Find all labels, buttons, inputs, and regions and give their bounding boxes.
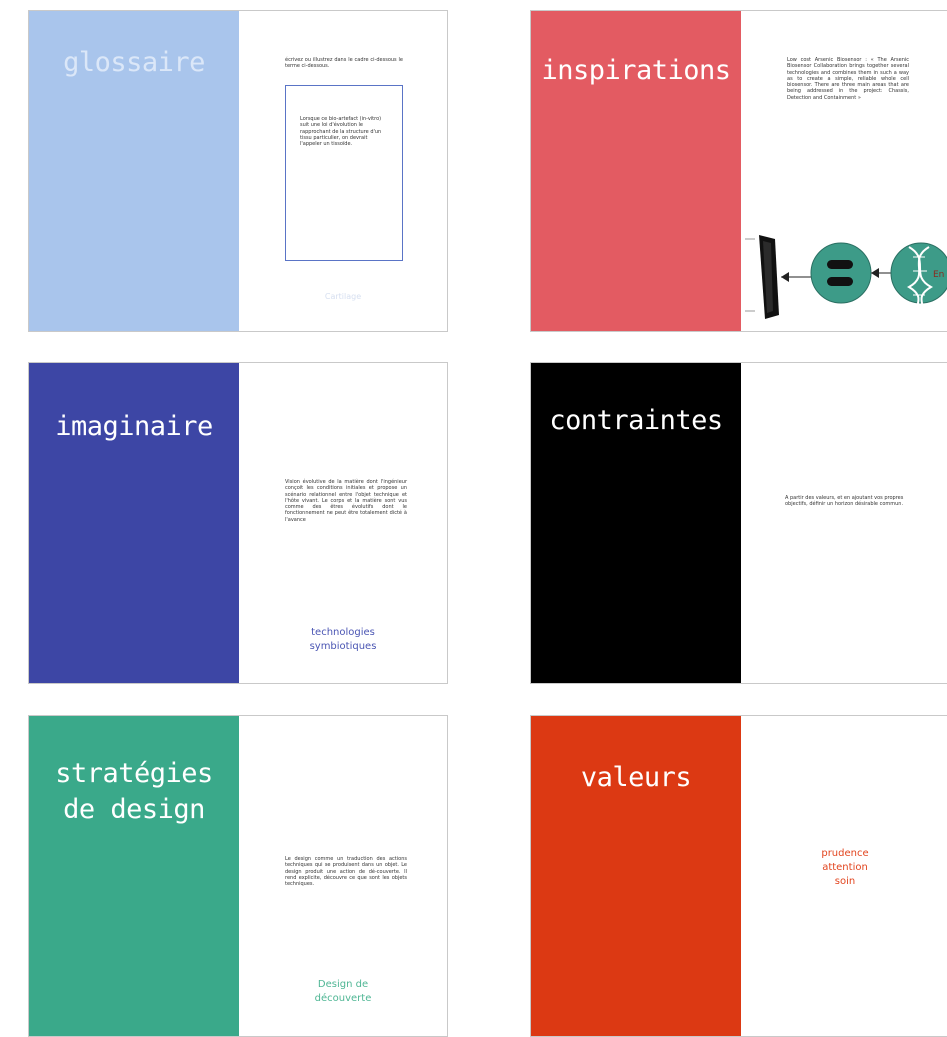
title-line-2: de design [63, 794, 205, 825]
card-keyword: technologies symbiotiques [239, 626, 447, 654]
card-text-panel: écrivez ou illustrez dans le cadre ci-de… [239, 11, 447, 331]
card-instruction: écrivez ou illustrez dans le cadre ci-de… [285, 57, 403, 70]
biosensor-illustration: En [745, 235, 947, 319]
card-body-text: A partir des valeurs, et en ajoutant vos… [785, 495, 904, 508]
card-title: valeurs [580, 762, 692, 793]
card-color-panel: glossaire [29, 11, 239, 331]
definition-text: Lorsque ce bio-artefact (in-vitro) suit … [300, 116, 382, 148]
card-strategies-de-design: stratégies de design Le design comme un … [28, 715, 448, 1037]
value-item: prudence [821, 848, 869, 859]
card-text-panel: A partir des valeurs, et en ajoutant vos… [741, 363, 947, 683]
keyword-line-1: technologies [311, 627, 375, 638]
card-body-text: Low cost Arsenic Biosensor : « The Arsen… [787, 57, 909, 101]
card-text-panel: Le design comme un traduction des action… [239, 716, 447, 1036]
cell-icon [810, 242, 872, 304]
keyword-line-2: symbiotiques [309, 641, 377, 652]
card-body-text: Vision évolutive de la matière dont l'in… [285, 479, 407, 523]
value-item: soin [834, 876, 856, 887]
card-text-panel: prudence attention soin [741, 716, 947, 1036]
card-imaginaire: imaginaire Vision évolutive de la matièr… [28, 362, 448, 684]
card-valeurs: valeurs prudence attention soin [530, 715, 947, 1037]
keyword-line-1: Design de [317, 979, 369, 990]
card-color-panel: imaginaire [29, 363, 239, 683]
value-item: attention [822, 862, 868, 873]
card-color-panel: contraintes [531, 363, 741, 683]
card-text-panel: Vision évolutive de la matière dont l'in… [239, 363, 447, 683]
card-title: imaginaire [55, 411, 213, 442]
card-color-panel: stratégies de design [29, 716, 239, 1036]
card-glossaire: glossaire écrivez ou illustrez dans le c… [28, 10, 448, 332]
card-title: glossaire [63, 47, 205, 78]
card-inspirations: inspirations Low cost Arsenic Biosensor … [530, 10, 947, 332]
illustration-label: En [933, 270, 944, 280]
values-list: prudence attention soin [741, 847, 947, 889]
card-color-panel: inspirations [531, 11, 741, 331]
card-term: Cartilage [324, 292, 362, 301]
keyword-line-2: découverte [314, 993, 372, 1004]
card-color-panel: valeurs [531, 716, 741, 1036]
card-body-text: Le design comme un traduction des action… [285, 856, 407, 888]
title-line-1: stratégies [55, 758, 213, 789]
card-title: inspirations [541, 55, 731, 86]
card-title: stratégies de design [29, 756, 239, 828]
card-contraintes: contraintes A partir des valeurs, et en … [530, 362, 947, 684]
card-keyword: Design de découverte [239, 978, 447, 1006]
card-title: contraintes [549, 405, 723, 436]
definition-frame: Lorsque ce bio-artefact (in-vitro) suit … [285, 85, 403, 261]
card-text-panel: Low cost Arsenic Biosensor : « The Arsen… [741, 11, 947, 331]
